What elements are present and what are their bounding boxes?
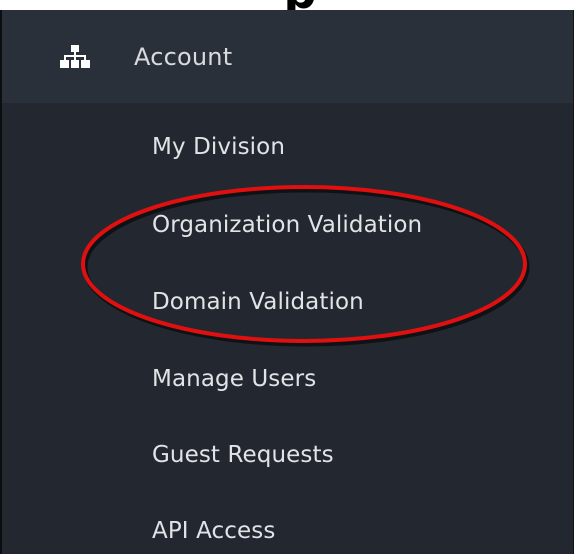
menu-item-label: Organization Validation — [152, 212, 423, 238]
menu-item-organization-validation[interactable]: Organization Validation — [2, 196, 573, 256]
screenshot-canvas: p Account My Division Organization Valid… — [0, 0, 574, 554]
menu-item-domain-validation[interactable]: Domain Validation — [2, 273, 573, 333]
menu-item-api-access[interactable]: API Access — [2, 502, 573, 554]
menu-item-guest-requests[interactable]: Guest Requests — [2, 426, 573, 486]
menu-item-my-division[interactable]: My Division — [2, 118, 573, 178]
sidebar-section-account[interactable]: Account — [2, 10, 573, 103]
sitemap-icon — [60, 45, 90, 68]
menu-item-label: My Division — [152, 134, 285, 160]
menu-item-label: Domain Validation — [152, 289, 364, 315]
sidebar-panel: Account My Division Organization Validat… — [0, 10, 574, 554]
menu-item-label: Guest Requests — [152, 442, 334, 468]
menu-item-manage-users[interactable]: Manage Users — [2, 350, 573, 410]
sidebar-section-label: Account — [134, 43, 233, 71]
menu-item-label: API Access — [152, 518, 276, 544]
menu-item-label: Manage Users — [152, 366, 317, 392]
